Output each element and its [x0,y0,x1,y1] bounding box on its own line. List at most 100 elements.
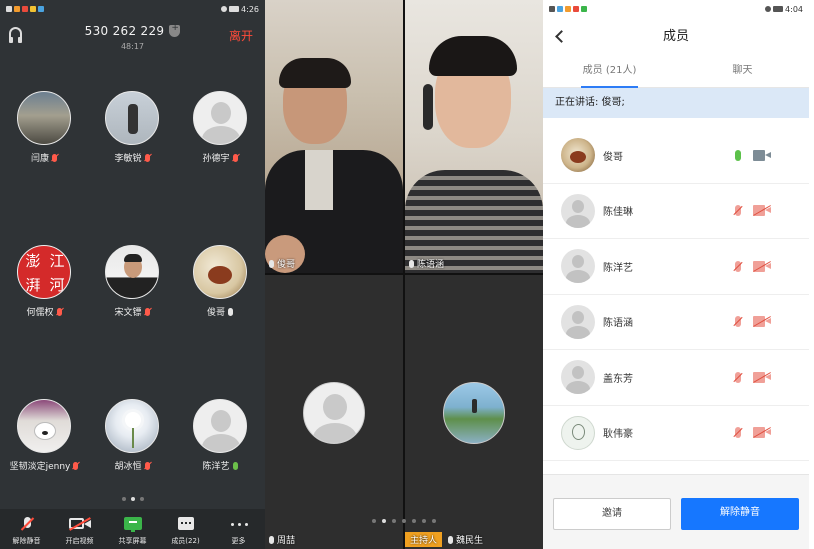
member-name: 陈洋艺 [603,262,633,274]
video-name: 陈语涵 [417,260,445,270]
teapot-shape [570,151,586,164]
page-dot[interactable] [432,519,436,523]
page-dot[interactable] [422,519,426,523]
avatar [17,91,71,145]
seal-char: 澎 [25,252,41,270]
member-row[interactable]: 陈佳琳 [543,184,809,239]
shield-icon[interactable] [169,23,181,37]
member-row[interactable]: 盖东芳 [543,350,809,406]
video-tile[interactable]: 俊哥 [265,0,403,273]
video-off-icon[interactable] [753,260,771,272]
mic-off-icon[interactable] [735,205,741,217]
member-controls [735,260,771,272]
page-dot[interactable] [412,519,416,523]
participant-name-row: 李敏锐 [88,151,176,164]
participant-name: 俊哥 [206,308,225,318]
participant-tile[interactable]: 坚韧淡定jenny [0,399,88,472]
mic-off-icon[interactable] [735,371,741,383]
member-name: 陈语涵 [603,318,633,330]
video-name-label: 俊哥 [269,257,295,270]
page-dot[interactable] [372,519,376,523]
meeting-duration: 48:17 [120,42,145,51]
status-icons-right: 4:26 [221,5,259,14]
status-time: 4:26 [241,4,259,14]
member-row[interactable]: 陈洋艺 [543,239,809,295]
page-dot-active[interactable] [130,497,135,501]
participant-tile[interactable]: 陈洋艺 [176,399,264,472]
status-icons-left [6,6,44,12]
participant-name-row: 宋文镖 [88,305,176,318]
default-avatar [561,193,595,228]
dog-avatar [17,399,71,453]
participant-name: 何儒权 [26,308,54,318]
participant-tile[interactable]: 宋文镖 [88,245,176,318]
participant-tile[interactable]: 闫康 [0,91,88,164]
members-icon [175,516,197,532]
share-screen-button[interactable]: 共享屏幕 [107,516,159,546]
signal-icon [6,6,12,12]
mic-off-icon[interactable] [735,427,741,439]
page-dot[interactable] [121,497,126,501]
members-footer: 邀请 解除静音 [543,474,809,549]
page-dot[interactable] [392,519,396,523]
participant-tile[interactable]: 澎 江 湃 河 何儒权 [0,245,88,318]
member-row[interactable]: 耿伟豪 [543,406,809,461]
page-dot[interactable] [402,519,406,523]
participant-tile[interactable]: 俊哥 [176,245,264,318]
page-dot[interactable] [139,497,144,501]
mic-on-icon[interactable] [735,149,741,161]
video-name: 魏民生 [456,536,484,546]
teapot-shape [208,266,232,284]
member-row[interactable]: 陈语涵 [543,295,809,350]
video-tile[interactable]: 主持人 魏民生 [405,275,543,549]
start-video-button[interactable]: 开启视频 [54,516,106,546]
member-controls [735,149,771,161]
video-off-icon[interactable] [753,205,771,217]
invite-button[interactable]: 邀请 [553,498,671,530]
participant-name-row: 俊哥 [176,305,264,318]
back-arrow-icon[interactable] [555,30,568,43]
mic-off-icon[interactable] [735,316,741,328]
tab-chat[interactable]: 聊天 [676,56,809,87]
members-button[interactable]: 成员(22) [160,516,212,546]
more-button[interactable]: 更多 [213,516,265,546]
participant-tile[interactable]: 李敏锐 [88,91,176,164]
video-pager[interactable] [265,519,543,523]
leave-button[interactable]: 离开 [229,27,253,44]
mic-icon [228,307,233,316]
unmute-button[interactable]: 解除静音 [1,516,53,546]
video-tile[interactable]: 陈语涵 [405,0,543,273]
members-title-bar: 成员 [543,18,809,56]
participant-name: 宋文镖 [114,308,142,318]
muted-mic-icon [144,307,150,316]
signal-icon [549,6,555,12]
participant-tile[interactable]: 孙德宇 [176,91,264,164]
status-bar: 4:04 [543,0,809,18]
avatar [105,245,159,299]
muted-mic-icon [16,516,38,532]
muted-mic-icon [232,153,238,162]
default-avatar [303,382,365,444]
mic-off-icon[interactable] [735,260,741,272]
video-tile[interactable]: 周喆 [265,275,403,549]
unmute-all-button[interactable]: 解除静音 [681,498,799,530]
video-on-icon[interactable] [753,149,771,161]
video-off-icon[interactable] [753,427,771,439]
toolbar-label: 成员(22) [171,537,200,545]
tab-members[interactable]: 成员 (21人) [543,56,676,88]
video-off-icon[interactable] [753,316,771,328]
member-name: 陈佳琳 [603,207,633,219]
muted-mic-icon [144,153,150,162]
alarm-icon [221,6,228,12]
muted-mic-icon [56,307,62,316]
members-tabs: 成员 (21人) 聊天 [543,56,809,88]
default-avatar [561,249,595,284]
screen: 4:26 530 262 229 48:17 离开 闫康 [0,0,814,549]
members-panel: 4:04 成员 成员 (21人) 聊天 正在讲话: 俊哥; 俊哥 陈佳琳 陈洋艺… [543,0,809,549]
gallery-pager[interactable] [0,497,265,501]
hair-shape [124,254,142,262]
page-dot-active[interactable] [382,519,386,523]
video-off-icon[interactable] [753,371,771,383]
member-row[interactable]: 俊哥 [543,128,809,184]
participant-tile[interactable]: 胡冰恒 [88,399,176,472]
